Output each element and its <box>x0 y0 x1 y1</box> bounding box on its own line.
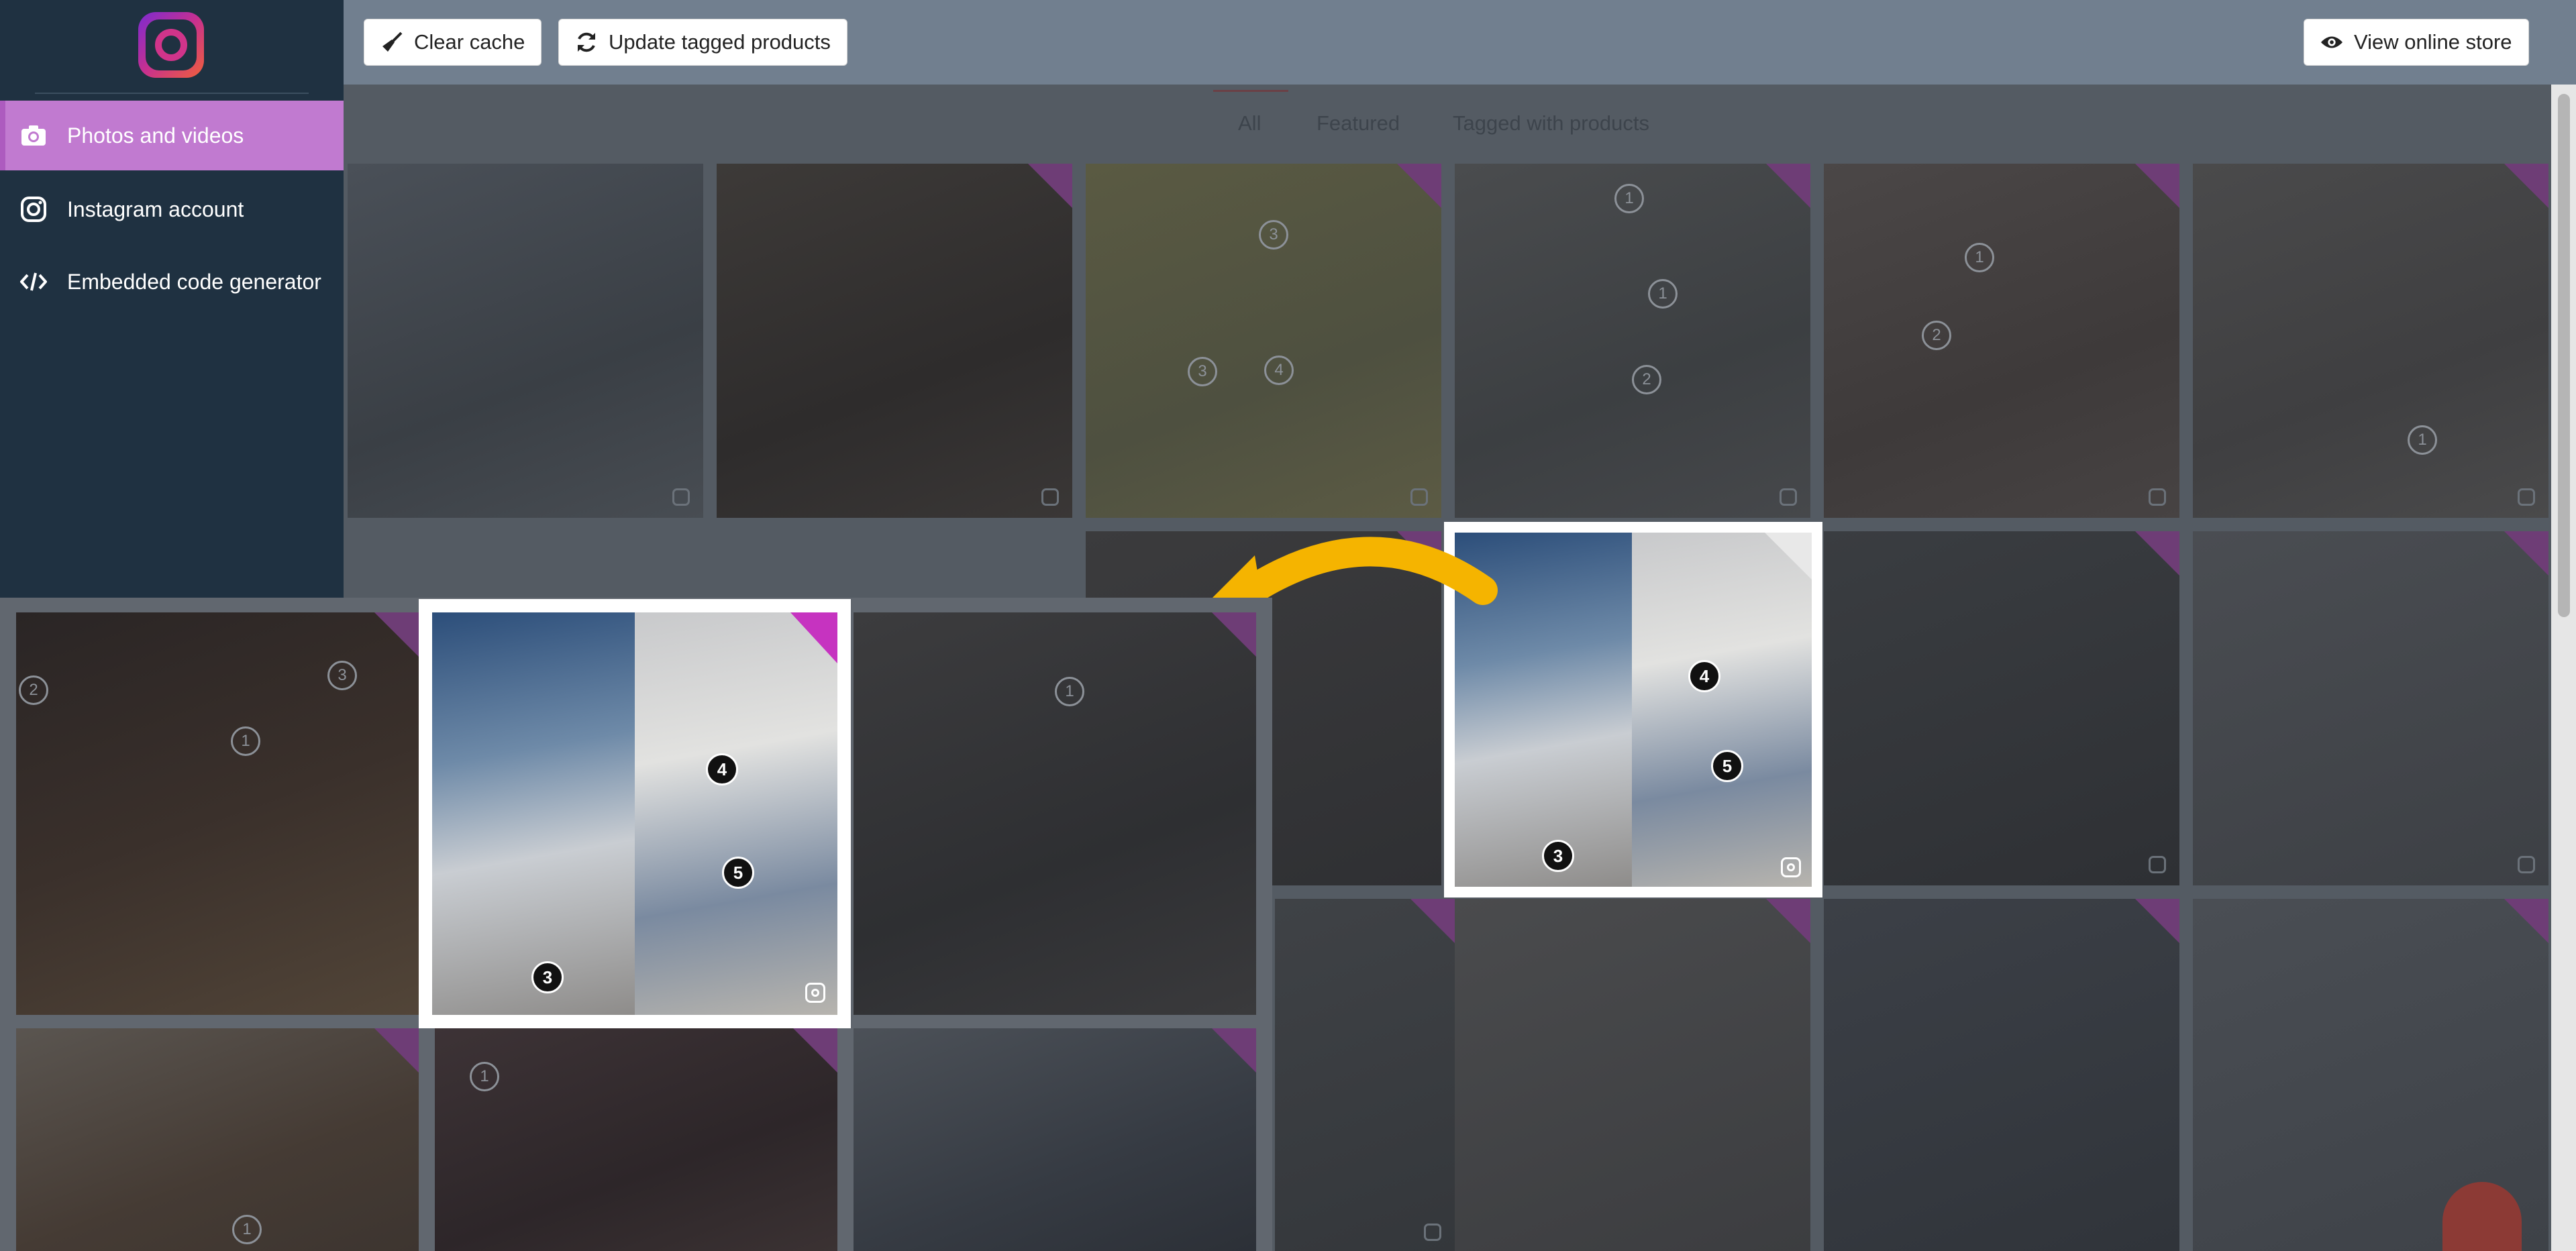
sidebar-item-label: Embedded code generator <box>67 269 321 294</box>
divider <box>35 93 309 94</box>
featured-check-icon[interactable] <box>790 612 837 663</box>
instagram-icon <box>1780 488 1797 506</box>
zoom-preview-panel: 2 3 1 1 1 1 4 5 3 <box>0 598 1272 1251</box>
featured-check-icon[interactable] <box>1212 612 1256 657</box>
featured-check-icon[interactable] <box>2135 531 2179 576</box>
media-tile[interactable]: 1 <box>16 1028 419 1251</box>
instagram-icon <box>2518 856 2535 873</box>
top-toolbar: Clear cache Update tagged products View … <box>344 0 2576 85</box>
featured-check-icon[interactable] <box>2504 164 2548 208</box>
product-pin[interactable]: 1 <box>470 1062 499 1091</box>
product-pin[interactable]: 3 <box>1259 220 1288 250</box>
product-pin[interactable]: 5 <box>1711 750 1743 782</box>
media-tile[interactable] <box>348 164 703 518</box>
product-pin[interactable]: 1 <box>1614 184 1644 213</box>
sidebar-item-instagram-account[interactable]: Instagram account <box>0 174 344 244</box>
tab-tagged[interactable]: Tagged with products <box>1453 111 1649 135</box>
featured-check-icon[interactable] <box>1766 899 1810 943</box>
featured-check-icon[interactable] <box>2504 531 2548 576</box>
instagram-icon <box>672 488 690 506</box>
broom-icon <box>380 31 403 54</box>
featured-check-icon[interactable] <box>793 1028 837 1073</box>
media-tile[interactable] <box>717 164 1072 518</box>
media-tile[interactable]: 1 1 2 <box>1455 164 1810 518</box>
featured-check-icon[interactable] <box>2135 899 2179 943</box>
featured-check-icon[interactable] <box>374 612 419 657</box>
product-pin[interactable]: 1 <box>2408 425 2437 455</box>
featured-check-icon[interactable] <box>1028 164 1072 208</box>
featured-check-icon[interactable] <box>1410 899 1455 943</box>
zoomed-highlighted-media-tile[interactable]: 4 5 3 <box>419 599 851 1028</box>
photo-left <box>432 612 635 1015</box>
media-tile[interactable]: 3 3 4 <box>1086 164 1441 518</box>
sidebar-item-photos-videos[interactable]: Photos and videos <box>0 101 344 170</box>
filter-tabs: All Featured Tagged with products <box>344 85 2551 162</box>
update-tagged-products-button[interactable]: Update tagged products <box>558 19 847 66</box>
instagram-icon <box>2149 856 2166 873</box>
instagram-icon <box>2149 488 2166 506</box>
clear-cache-label: Clear cache <box>414 30 525 54</box>
instagram-icon <box>1424 1223 1441 1241</box>
featured-check-icon[interactable] <box>2504 899 2548 943</box>
media-tile[interactable]: 1 <box>435 1028 837 1251</box>
product-pin[interactable]: 3 <box>1542 840 1574 872</box>
product-pin[interactable]: 1 <box>1648 279 1678 309</box>
update-tagged-label: Update tagged products <box>609 30 831 54</box>
eye-icon <box>2320 31 2343 54</box>
featured-check-icon[interactable] <box>1766 164 1810 208</box>
sidebar-item-label: Instagram account <box>67 197 244 221</box>
media-tile[interactable] <box>1824 899 2179 1251</box>
clear-cache-button[interactable]: Clear cache <box>364 19 542 66</box>
featured-check-icon[interactable] <box>1765 533 1812 580</box>
sidebar-item-embedded-code[interactable]: Embedded code generator <box>0 247 344 317</box>
media-tile[interactable] <box>2193 531 2548 885</box>
media-tile[interactable]: 1 <box>854 612 1256 1015</box>
scrollbar-thumb[interactable] <box>2558 94 2570 617</box>
product-pin[interactable]: 3 <box>327 661 357 690</box>
product-pin[interactable]: 1 <box>1055 677 1084 706</box>
product-pin[interactable]: 3 <box>531 961 564 993</box>
product-pin[interactable]: 4 <box>706 753 738 785</box>
featured-check-icon[interactable] <box>374 1028 419 1073</box>
instagram-icon <box>1410 488 1428 506</box>
product-pin[interactable]: 2 <box>1632 365 1661 394</box>
photo-right <box>635 612 837 1015</box>
media-tile[interactable] <box>1275 899 1455 1251</box>
media-tile[interactable] <box>1824 531 2179 885</box>
sidebar-item-label: Photos and videos <box>67 123 244 148</box>
featured-check-icon[interactable] <box>2135 164 2179 208</box>
product-pin[interactable]: 4 <box>1264 356 1294 385</box>
product-pin[interactable]: 3 <box>1188 357 1217 386</box>
product-pin[interactable]: 2 <box>19 675 48 705</box>
product-pin[interactable]: 1 <box>232 1215 262 1244</box>
media-tile[interactable]: 1 <box>2193 164 2548 518</box>
media-tile[interactable]: 1 2 <box>1824 164 2179 518</box>
tab-featured[interactable]: Featured <box>1317 111 1400 135</box>
tab-all[interactable]: All <box>1238 111 1261 135</box>
active-tab-indicator <box>1213 90 1288 92</box>
product-pin[interactable]: 4 <box>1688 660 1720 692</box>
camera-icon <box>20 122 47 149</box>
featured-check-icon[interactable] <box>1212 1028 1256 1073</box>
media-tile[interactable]: 2 3 1 <box>16 612 419 1015</box>
instagram-icon <box>1041 488 1059 506</box>
product-pin[interactable]: 1 <box>231 726 260 756</box>
instagram-icon <box>1781 857 1801 877</box>
media-tile[interactable] <box>1455 899 1810 1251</box>
featured-check-icon[interactable] <box>1397 164 1441 208</box>
app-logo-icon <box>138 12 204 78</box>
media-tile[interactable] <box>854 1028 1256 1251</box>
product-pin[interactable]: 2 <box>1922 321 1951 350</box>
code-icon <box>20 268 47 295</box>
instagram-icon <box>20 196 47 223</box>
view-online-store-button[interactable]: View online store <box>2304 19 2529 66</box>
logo-area <box>0 0 344 94</box>
instagram-icon <box>2518 488 2535 506</box>
refresh-icon <box>575 31 598 54</box>
product-pin[interactable]: 1 <box>1965 243 1994 272</box>
view-store-label: View online store <box>2354 30 2512 54</box>
instagram-icon <box>805 983 825 1003</box>
photo-right <box>1632 533 1812 887</box>
product-pin[interactable]: 5 <box>722 857 754 889</box>
